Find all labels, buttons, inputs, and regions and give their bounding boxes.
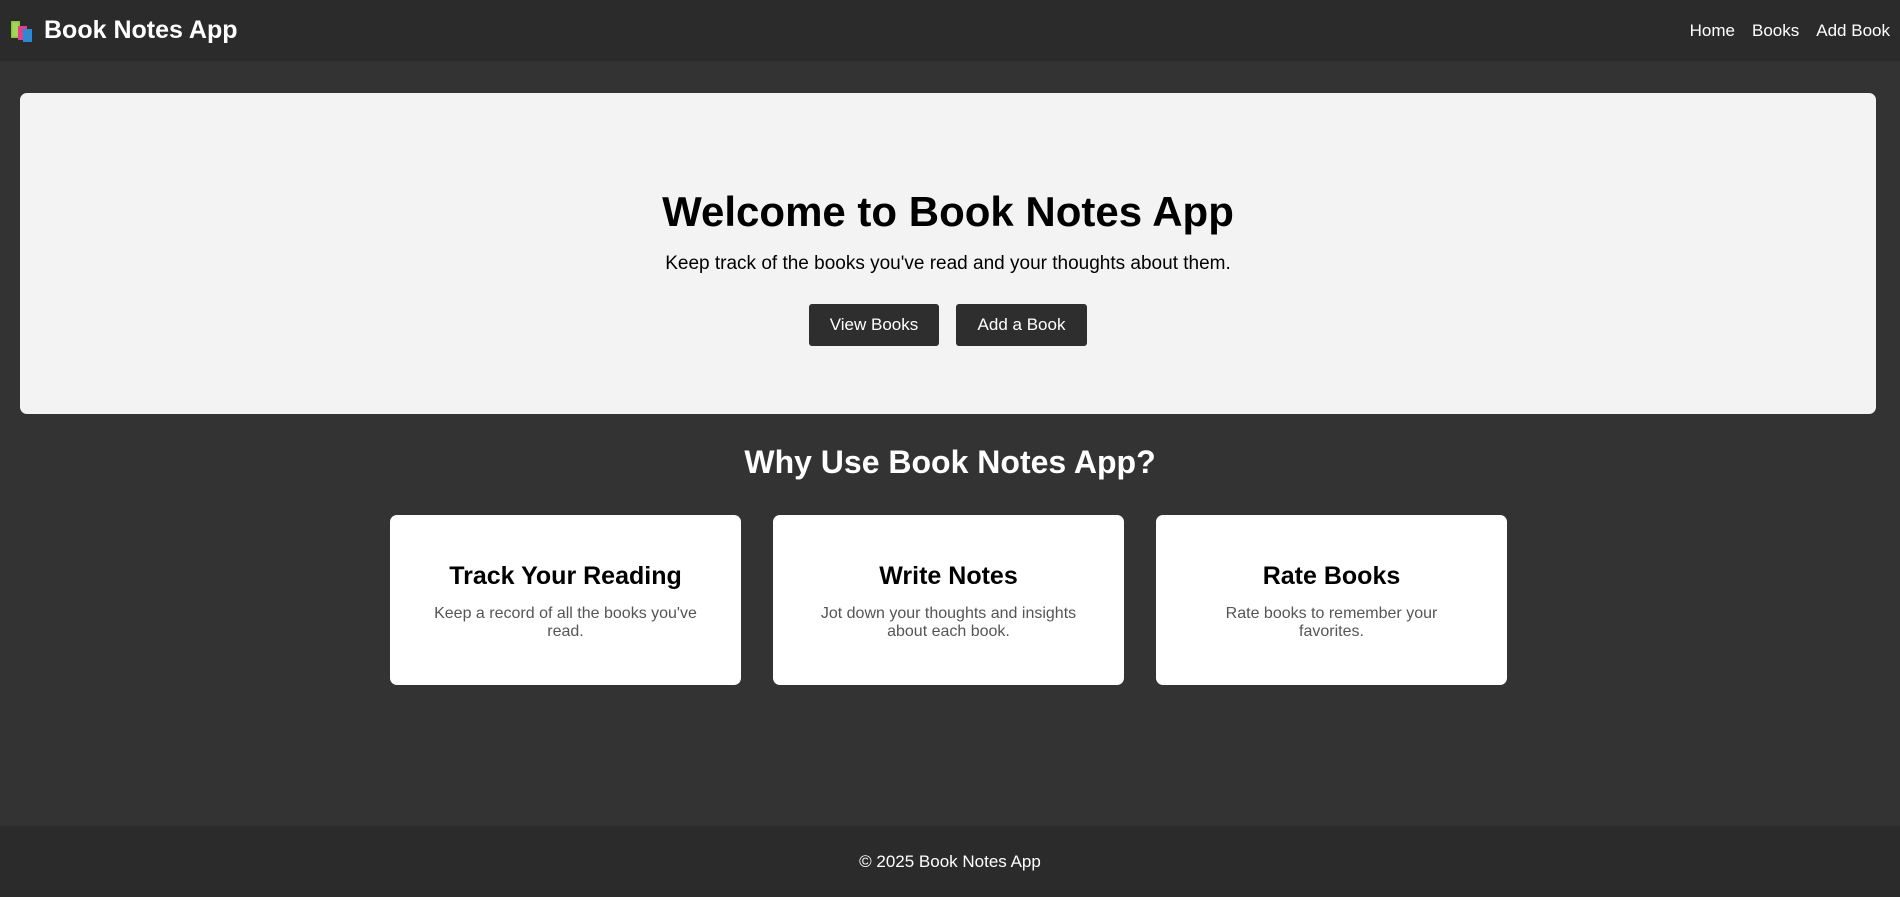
feature-text: Jot down your thoughts and insights abou…: [820, 605, 1077, 640]
app-title: Book Notes App: [44, 16, 238, 44]
feature-title: Track Your Reading: [449, 562, 682, 590]
feature-title: Write Notes: [879, 562, 1018, 590]
brand[interactable]: Book Notes App: [10, 16, 238, 45]
feature-card-track-reading: Track Your Reading Keep a record of all …: [390, 515, 741, 685]
feature-card-write-notes: Write Notes Jot down your thoughts and i…: [773, 515, 1124, 685]
feature-card-rate-books: Rate Books Rate books to remember your f…: [1156, 515, 1507, 685]
footer: © 2025 Book Notes App: [0, 826, 1900, 897]
hero-title: Welcome to Book Notes App: [662, 188, 1234, 235]
feature-text: Keep a record of all the books you've re…: [434, 605, 697, 640]
view-books-button[interactable]: View Books: [809, 304, 939, 346]
hero-section: Welcome to Book Notes App Keep track of …: [20, 93, 1876, 414]
feature-text: Rate books to remember your favorites.: [1225, 605, 1438, 640]
nav-link-home[interactable]: Home: [1690, 21, 1735, 41]
footer-copyright: © 2025 Book Notes App: [859, 851, 1041, 871]
nav-link-books[interactable]: Books: [1752, 21, 1799, 41]
add-book-button[interactable]: Add a Book: [956, 304, 1087, 346]
hero-buttons: View Books Add a Book: [809, 304, 1087, 346]
hero-subtitle: Keep track of the books you've read and …: [665, 253, 1231, 274]
nav-link-add-book[interactable]: Add Book: [1816, 21, 1890, 41]
features-section: Track Your Reading Keep a record of all …: [390, 515, 1507, 685]
nav-links: Home Books Add Book: [1690, 21, 1890, 41]
feature-title: Rate Books: [1262, 562, 1401, 590]
features-title: Why Use Book Notes App?: [744, 444, 1156, 480]
navbar: Book Notes App Home Books Add Book: [0, 0, 1900, 61]
books-icon: [11, 20, 32, 42]
